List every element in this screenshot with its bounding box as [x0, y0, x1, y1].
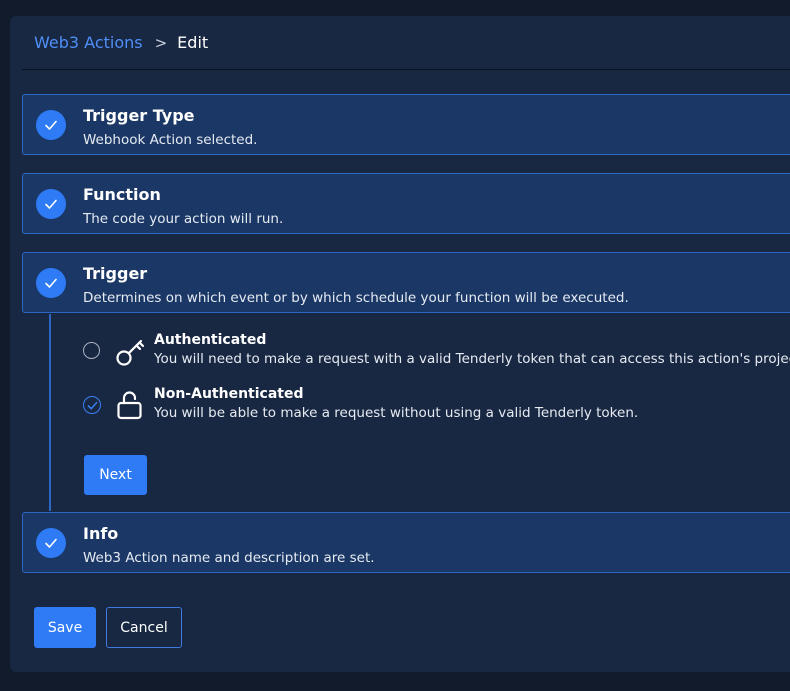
trigger-option-authenticated[interactable]: Authenticated You will need to make a re…	[82, 332, 790, 372]
save-button[interactable]: Save	[34, 607, 96, 648]
option-description: You will need to make a request with a v…	[154, 351, 790, 367]
breadcrumb-current: Edit	[177, 33, 209, 52]
step-trigger[interactable]: Trigger Determines on which event or by …	[22, 252, 790, 313]
key-icon	[116, 339, 145, 366]
check-circle-icon	[36, 268, 66, 298]
step-subtitle: The code your action will run.	[83, 211, 284, 227]
breadcrumb: Web3 Actions > Edit	[34, 33, 208, 52]
trigger-option-non-authenticated[interactable]: Non-Authenticated You will be able to ma…	[82, 386, 790, 426]
radio-non-authenticated[interactable]	[83, 396, 101, 414]
unlock-icon	[117, 391, 142, 420]
step-connector-line	[49, 314, 51, 511]
step-title: Function	[83, 185, 161, 204]
step-info[interactable]: Info Web3 Action name and description ar…	[22, 512, 790, 573]
next-button[interactable]: Next	[84, 455, 147, 495]
cancel-button[interactable]: Cancel	[106, 607, 182, 648]
option-title: Non-Authenticated	[154, 386, 304, 402]
radio-authenticated[interactable]	[83, 342, 100, 359]
step-subtitle: Webhook Action selected.	[83, 132, 258, 148]
step-title: Trigger Type	[83, 106, 195, 125]
edit-panel: Web3 Actions > Edit Trigger Type Webhook…	[10, 16, 790, 672]
step-trigger-type[interactable]: Trigger Type Webhook Action selected.	[22, 94, 790, 155]
step-title: Info	[83, 524, 119, 543]
checkmark-icon	[87, 401, 97, 409]
step-function[interactable]: Function The code your action will run.	[22, 173, 790, 234]
step-subtitle: Web3 Action name and description are set…	[83, 550, 375, 566]
step-title: Trigger	[83, 264, 148, 283]
check-circle-icon	[36, 110, 66, 140]
header-divider	[22, 69, 790, 70]
option-title: Authenticated	[154, 332, 267, 348]
step-subtitle: Determines on which event or by which sc…	[83, 290, 629, 306]
breadcrumb-parent-link[interactable]: Web3 Actions	[34, 33, 143, 52]
check-circle-icon	[36, 528, 66, 558]
breadcrumb-separator: >	[154, 33, 168, 52]
option-description: You will be able to make a request witho…	[154, 405, 639, 421]
check-circle-icon	[36, 189, 66, 219]
